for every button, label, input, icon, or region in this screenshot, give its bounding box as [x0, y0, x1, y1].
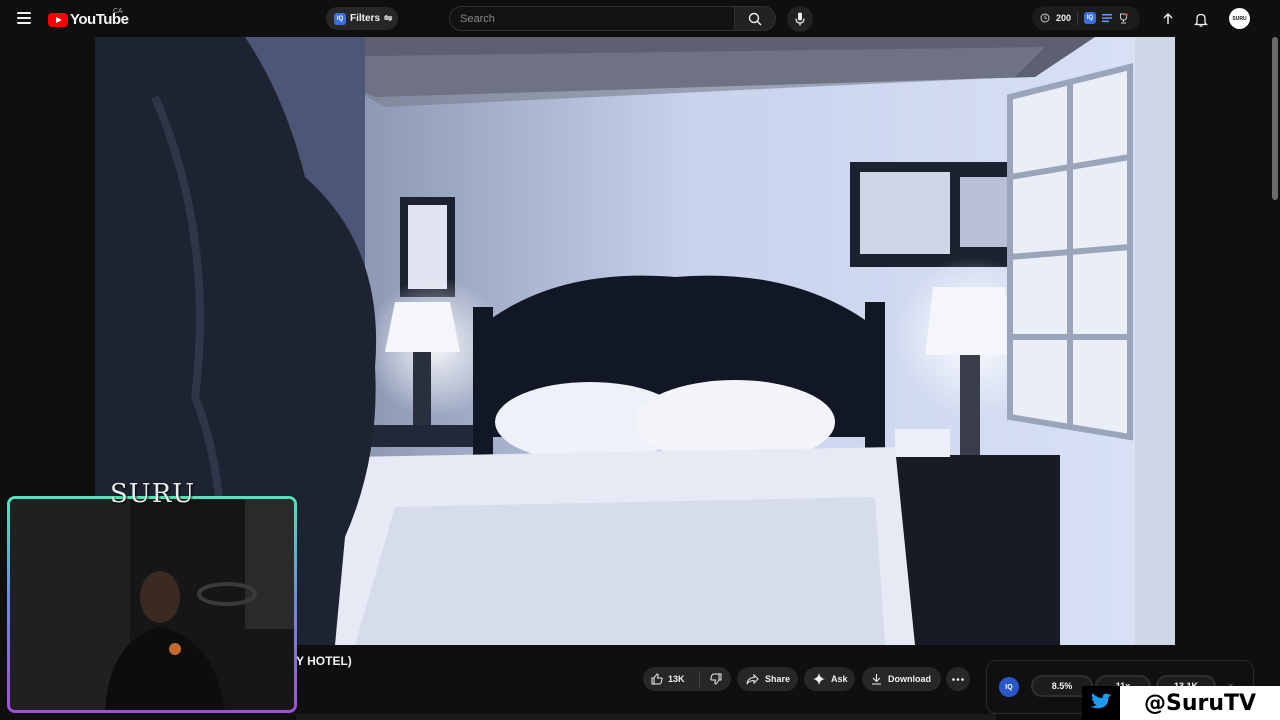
scrollbar-thumb[interactable]	[1272, 37, 1278, 200]
iq-logo[interactable]: IQ	[999, 677, 1019, 697]
search-icon	[748, 12, 762, 25]
avatar[interactable]: SURU	[1229, 8, 1250, 29]
trophy-icon[interactable]	[1118, 13, 1129, 24]
like-button[interactable]: 13K	[643, 671, 700, 687]
ask-label: Ask	[831, 674, 848, 684]
twitter-icon	[1082, 686, 1120, 720]
bell-icon[interactable]	[1193, 11, 1209, 27]
streamer-name: SURU	[110, 479, 196, 509]
voice-search-button[interactable]	[787, 6, 813, 32]
youtube-play-icon	[48, 12, 68, 27]
masthead: YouTube CA IQ Filters ⇋ 200 IQ SURU	[0, 0, 1280, 37]
search-input[interactable]	[460, 12, 720, 25]
like-dislike-group: 13K	[643, 667, 731, 691]
search-button[interactable]	[734, 6, 776, 31]
webcam-image	[10, 499, 294, 710]
twitter-handle-badge: @SuruTV	[1082, 686, 1280, 720]
like-count: 13K	[668, 674, 685, 684]
list-icon[interactable]	[1102, 13, 1113, 23]
webcam-overlay	[7, 496, 297, 713]
iq-badge: IQ	[334, 12, 346, 25]
thumbs-down-icon	[709, 673, 721, 685]
share-label: Share	[765, 674, 791, 684]
divider	[1077, 11, 1079, 25]
more-icon	[952, 677, 964, 681]
ask-button[interactable]: Ask	[804, 667, 855, 691]
share-button[interactable]: Share	[737, 667, 798, 691]
sparkle-icon	[813, 673, 825, 685]
logo-region: CA	[113, 8, 123, 15]
mic-icon	[795, 12, 805, 26]
dislike-button[interactable]	[700, 673, 731, 685]
download-button[interactable]: Download	[862, 667, 941, 691]
thumbs-up-icon	[651, 673, 663, 685]
download-icon	[872, 674, 881, 685]
webcam-feed	[10, 499, 294, 710]
share-icon	[746, 673, 759, 684]
upload-icon[interactable]	[1160, 11, 1176, 27]
clock-icon	[1040, 13, 1050, 23]
ext-count: 200	[1056, 13, 1072, 23]
video-title: Y HOTEL)	[296, 654, 352, 668]
filters-label: Filters	[350, 13, 381, 24]
iq-ext-icon[interactable]: IQ	[1084, 12, 1097, 24]
more-actions-button[interactable]	[946, 667, 970, 691]
twitter-handle: @SuruTV	[1120, 686, 1280, 720]
download-label: Download	[888, 674, 931, 684]
youtube-logo[interactable]: YouTube CA	[48, 8, 129, 28]
extension-toolbar[interactable]: 200 IQ	[1032, 6, 1140, 30]
sliders-icon: ⇋	[384, 13, 393, 24]
description-edge	[296, 714, 996, 720]
menu-icon[interactable]	[17, 12, 31, 24]
filters-button[interactable]: IQ Filters ⇋	[326, 7, 398, 30]
search-field[interactable]	[449, 6, 735, 31]
